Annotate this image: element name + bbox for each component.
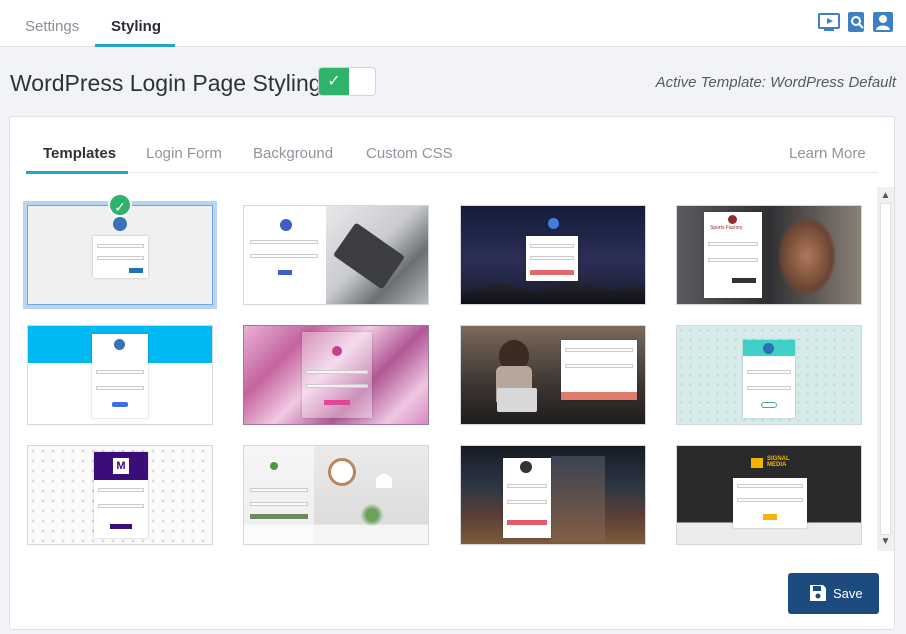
- template-card[interactable]: [460, 445, 646, 545]
- support-user-icon[interactable]: [872, 11, 894, 33]
- template-card[interactable]: Sports Factory: [676, 205, 862, 305]
- tab-login-form[interactable]: Login Form: [146, 145, 222, 162]
- active-template-label: Active Template: WordPress Default: [655, 74, 896, 91]
- signal-media-logo: SIGNAL MEDIA: [767, 456, 790, 468]
- template-scrollbar[interactable]: ▲ ▼: [877, 187, 894, 551]
- tab-custom-css[interactable]: Custom CSS: [366, 145, 453, 162]
- templates-card: Templates Login Form Background Custom C…: [9, 116, 895, 630]
- page-title: WordPress Login Page Styling: [10, 70, 322, 96]
- subtab-divider: [26, 172, 878, 173]
- tab-templates[interactable]: Templates: [43, 145, 116, 162]
- template-card[interactable]: SIGNAL MEDIA: [676, 445, 862, 545]
- selected-check-icon: ✓: [108, 193, 132, 217]
- template-card[interactable]: [243, 325, 429, 425]
- subtab-active-indicator: [26, 171, 128, 174]
- tab-settings[interactable]: Settings: [25, 18, 79, 35]
- template-card[interactable]: [243, 445, 429, 545]
- template-card[interactable]: [460, 325, 646, 425]
- styling-toggle[interactable]: ✓: [318, 67, 376, 96]
- template-card[interactable]: [676, 325, 862, 425]
- template-card[interactable]: [23, 201, 217, 309]
- top-tab-bar: Settings Styling: [0, 0, 906, 47]
- template-card[interactable]: M: [27, 445, 213, 545]
- search-documentation-icon[interactable]: [846, 11, 868, 33]
- monogram-logo: M: [113, 458, 129, 474]
- tab-background[interactable]: Background: [253, 145, 333, 162]
- sports-factory-label: Sports Factory: [710, 225, 743, 231]
- save-button-label: Save: [833, 586, 863, 601]
- floppy-disk-icon: [810, 585, 826, 601]
- check-icon: ✓: [319, 68, 349, 95]
- tab-active-indicator: [95, 44, 175, 47]
- learn-more-link[interactable]: Learn More: [789, 145, 866, 162]
- signal-media-line2: MEDIA: [767, 462, 787, 468]
- save-button[interactable]: Save: [788, 573, 879, 614]
- scroll-down-icon[interactable]: ▼: [877, 535, 894, 549]
- tab-styling[interactable]: Styling: [111, 18, 161, 35]
- template-card[interactable]: [243, 205, 429, 305]
- video-tutorial-icon[interactable]: [818, 11, 840, 33]
- template-card[interactable]: [460, 205, 646, 305]
- template-card[interactable]: [27, 325, 213, 425]
- scroll-thumb[interactable]: [880, 203, 891, 535]
- scroll-up-icon[interactable]: ▲: [877, 189, 894, 203]
